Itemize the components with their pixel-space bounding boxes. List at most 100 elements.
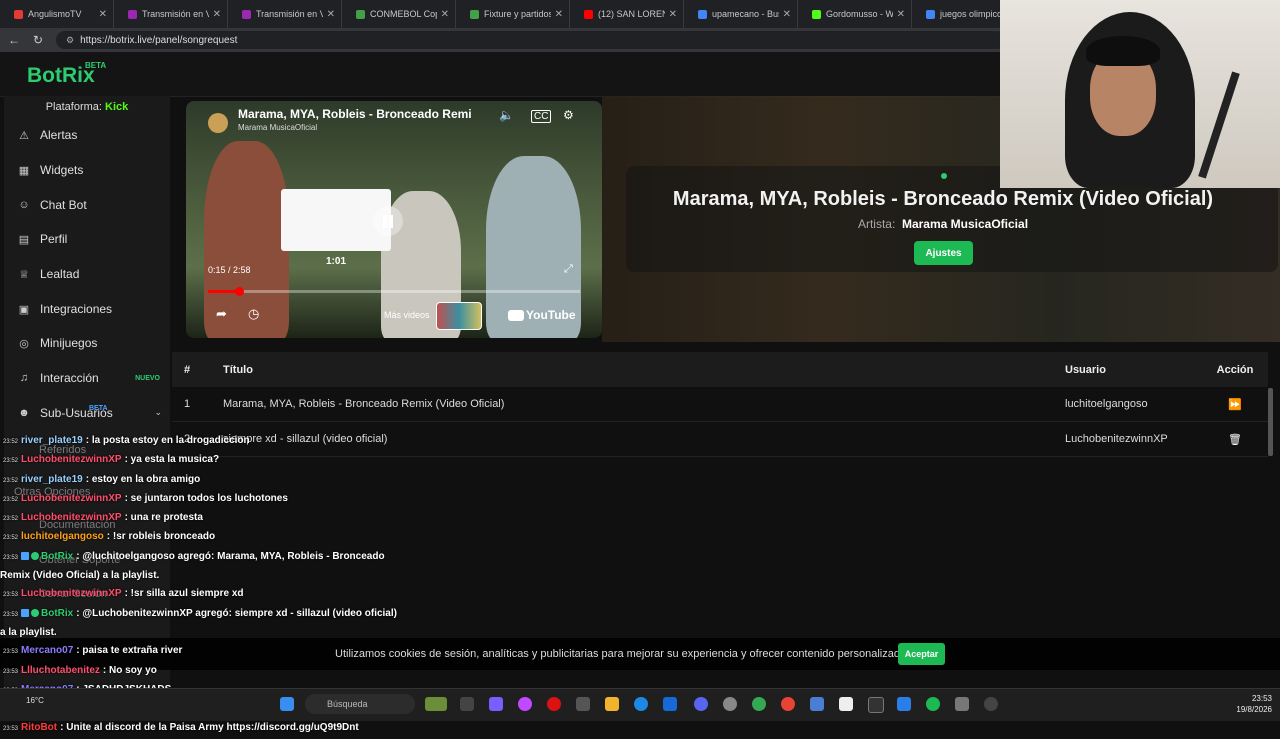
close-icon[interactable]: ✕ <box>897 9 905 20</box>
chat-username[interactable]: RitoBot <box>21 722 57 733</box>
taskbar-clock[interactable]: 23:53 19/8/2026 <box>1230 693 1272 715</box>
chat-username[interactable]: BotRix <box>41 608 73 619</box>
fullscreen-icon[interactable]: ⤢ <box>564 263 573 276</box>
sidebar-item-perfil[interactable]: ▤ Perfil <box>4 222 170 257</box>
url-field[interactable]: ⚙ https://botrix.live/panel/songrequest <box>56 31 1006 49</box>
calculator-icon[interactable] <box>810 697 824 711</box>
edge-icon[interactable] <box>634 697 648 711</box>
chrome-profile-icon[interactable] <box>781 697 795 711</box>
chat-username[interactable]: luchitoelgangoso <box>21 531 104 542</box>
opera-icon[interactable] <box>547 697 561 711</box>
col-num: # <box>184 363 191 376</box>
browser-tab[interactable]: Transmisión en Vivo ✕ <box>114 0 228 28</box>
browser-tab[interactable]: upamecano - Buscar ✕ <box>684 0 798 28</box>
close-icon[interactable]: ✕ <box>783 9 791 20</box>
video-channel[interactable]: Marama MusicaOficial <box>238 123 317 132</box>
mail-icon[interactable] <box>663 697 677 711</box>
sidebar-item-alertas[interactable]: ⚠ Alertas <box>4 118 170 153</box>
chat-username[interactable]: Mercano07 <box>21 645 73 656</box>
obs-icon[interactable] <box>955 697 969 711</box>
chat-message: 23:53 BotRix: @luchitoelgangoso agregó: M… <box>0 548 385 567</box>
browser-tab[interactable]: CONMEBOL Copa S ✕ <box>342 0 456 28</box>
watch-later-icon[interactable]: ◷ <box>248 306 259 322</box>
close-icon[interactable]: ✕ <box>327 9 335 20</box>
start-icon[interactable] <box>280 697 294 711</box>
site-info-icon[interactable]: ⚙ <box>66 35 74 46</box>
sidebar-item-widgets[interactable]: ▦ Widgets <box>4 153 170 188</box>
chat-message: 23:53 Llluchotabenitez: No soy yo <box>0 662 380 681</box>
browser-tab[interactable]: AngulismoTV ✕ <box>0 0 114 28</box>
reload-icon[interactable]: ↻ <box>28 33 48 47</box>
captions-icon[interactable]: CC <box>531 110 552 123</box>
app-icon[interactable] <box>926 697 940 711</box>
chat-username[interactable]: BotRix <box>41 551 73 562</box>
steam-icon[interactable] <box>984 697 998 711</box>
close-icon[interactable]: ✕ <box>669 9 677 20</box>
video-title[interactable]: Marama, MYA, Robleis - Bronceado Remi <box>238 107 472 121</box>
discord-icon[interactable] <box>694 697 708 711</box>
cell-action: ⏩ <box>1202 398 1268 411</box>
chat-timestamp: 23:52 <box>3 535 19 542</box>
gear-icon[interactable]: ⚙ <box>563 108 574 122</box>
close-icon[interactable]: ✕ <box>213 9 221 20</box>
terminal-icon[interactable] <box>868 697 884 713</box>
chat-username[interactable]: LuchobenitezwinnXP <box>21 493 122 504</box>
youtube-logo[interactable]: YouTube <box>508 308 576 322</box>
channel-avatar[interactable] <box>208 113 228 133</box>
sidebar-item-tag: NUEVO <box>135 374 160 382</box>
platform-indicator: Plataforma: Kick <box>4 96 170 118</box>
chat-username[interactable]: LuchobenitezwinnXP <box>21 512 122 523</box>
app-icon[interactable] <box>489 697 503 711</box>
copilot-icon[interactable] <box>518 697 532 711</box>
trash-icon[interactable]: 🗑 <box>1228 434 1242 446</box>
chat-username[interactable]: LuchobenitezwinnXP <box>21 588 122 599</box>
close-icon[interactable]: ✕ <box>555 9 563 20</box>
share-icon[interactable]: ➦ <box>216 306 227 322</box>
chrome-icon[interactable] <box>752 697 766 711</box>
browser-tab[interactable]: Fixture y partidos d ✕ <box>456 0 570 28</box>
chat-username[interactable]: river_plate19 <box>21 474 83 485</box>
browser-tab[interactable]: Transmisión en Vivo ✕ <box>228 0 342 28</box>
pause-icon[interactable] <box>373 206 403 236</box>
cookie-text: Utilizamos cookies de sesión, analíticas… <box>335 648 910 660</box>
sidebar-item-integraciones[interactable]: ▣ Integraciones <box>4 291 170 326</box>
close-icon[interactable]: ✕ <box>441 9 449 20</box>
weather-temp[interactable]: 16°C <box>26 696 44 705</box>
notion-icon[interactable] <box>839 697 853 711</box>
more-videos-label[interactable]: Más videos <box>384 310 430 320</box>
sidebar-item-chat-bot[interactable]: ☺ Chat Bot <box>4 187 170 222</box>
chat-timestamp: 23:53 <box>3 592 19 599</box>
chat-username[interactable]: river_plate19 <box>21 435 83 446</box>
folder-icon[interactable] <box>605 697 619 711</box>
volume-icon[interactable]: 🔈 <box>499 108 514 122</box>
close-icon[interactable]: ✕ <box>99 9 107 20</box>
settings-app-icon[interactable] <box>723 697 737 711</box>
cell-user: LuchobenitezwinnXP <box>1065 433 1168 445</box>
store-icon[interactable] <box>576 697 590 711</box>
youtube-player[interactable]: Marama, MYA, Robleis - Bronceado Remi Ma… <box>186 101 602 338</box>
live-dot-icon <box>941 173 947 179</box>
accept-cookies-button[interactable]: Aceptar <box>898 643 945 665</box>
progress-bar[interactable] <box>208 287 580 296</box>
sidebar-item-interacci-n[interactable]: ♫ Interacción NUEVO <box>4 361 170 396</box>
task-view-icon[interactable] <box>460 697 474 711</box>
chevron-down-icon[interactable]: ⌄ <box>154 407 162 418</box>
trophy-icon: ♕ <box>19 269 29 282</box>
more-videos-thumbnail[interactable] <box>436 302 482 330</box>
sidebar-item-minijuegos[interactable]: ◎ Minijuegos <box>4 326 170 361</box>
browser-tab[interactable]: (12) SAN LORENZO ✕ <box>570 0 684 28</box>
verified-badge-icon <box>31 609 40 618</box>
sidebar-item-lealtad[interactable]: ♕ Lealtad <box>4 257 170 292</box>
photos-icon[interactable] <box>897 697 911 711</box>
settings-button[interactable]: Ajustes <box>914 241 973 265</box>
browser-tab[interactable]: Gordomusso - Watc ✕ <box>798 0 912 28</box>
sidebar-item-sub-usuarios[interactable]: ☻ Sub-Usuarios BETA ⌄ <box>4 396 170 431</box>
table-scrollbar[interactable] <box>1268 388 1273 456</box>
microphone-arm <box>1198 71 1240 179</box>
taskbar-search[interactable]: Búsqueda <box>305 694 415 714</box>
widget-icon[interactable] <box>425 697 447 711</box>
chat-username[interactable]: Llluchotabenitez <box>21 665 100 676</box>
chat-username[interactable]: LuchobenitezwinnXP <box>21 454 122 465</box>
back-icon[interactable]: ← <box>4 33 24 47</box>
skip-icon[interactable]: ⏩ <box>1228 399 1242 411</box>
